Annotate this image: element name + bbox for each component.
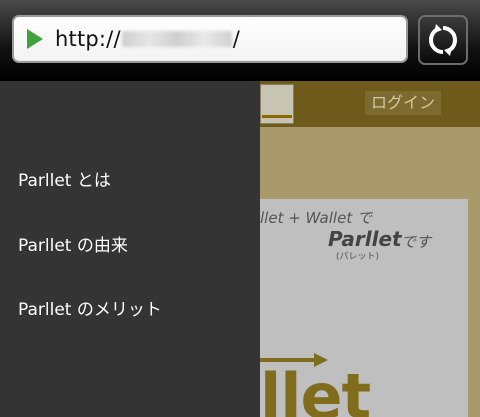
site-logo[interactable] bbox=[260, 84, 294, 124]
login-button[interactable]: ログイン bbox=[365, 91, 442, 115]
navigation-drawer: Parllet とは Parllet の由来 Parllet のメリット bbox=[0, 81, 260, 417]
drawer-item-about[interactable]: Parllet とは bbox=[18, 166, 111, 191]
url-bar[interactable]: http:// / bbox=[12, 15, 408, 63]
play-icon bbox=[27, 29, 43, 49]
refresh-button[interactable] bbox=[418, 15, 468, 65]
big-logo-text: llet bbox=[260, 360, 371, 417]
url-suffix: / bbox=[232, 27, 241, 51]
brand-reading: (パレット) bbox=[336, 252, 380, 262]
drawer-item-merits[interactable]: Parllet のメリット bbox=[18, 295, 162, 320]
brand-name: Parllet bbox=[328, 227, 402, 251]
tagline: llet + Wallet で bbox=[260, 209, 372, 227]
browser-toolbar: http:// / bbox=[0, 0, 480, 81]
url-prefix: http:// bbox=[55, 27, 121, 51]
page-header: ログイン bbox=[260, 81, 480, 127]
logo-arrow-icon bbox=[262, 115, 292, 118]
url-host-redacted bbox=[121, 31, 232, 47]
web-page: ログイン llet + Wallet で Parllet です (パレット) l… bbox=[260, 81, 480, 417]
drawer-item-origin[interactable]: Parllet の由来 bbox=[18, 231, 128, 256]
brand-suffix: です bbox=[401, 233, 432, 251]
url-text: http:// / bbox=[55, 27, 240, 51]
refresh-icon bbox=[428, 24, 458, 56]
